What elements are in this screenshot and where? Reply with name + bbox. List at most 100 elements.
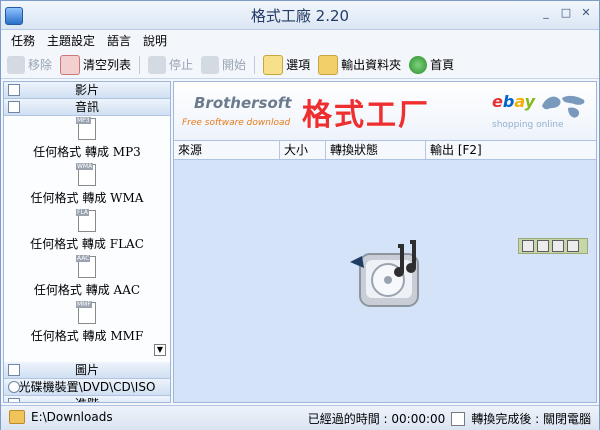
- task-table-header: 來源 大小 轉換狀態 輸出 [F2]: [174, 141, 596, 160]
- home-label: 首頁: [430, 58, 455, 72]
- start-button[interactable]: 開始: [201, 55, 247, 74]
- aac-file-icon: AAC: [76, 255, 96, 278]
- format-item-wma[interactable]: WMA 任何格式 轉成 WMA: [4, 162, 170, 208]
- column-status[interactable]: 轉換狀態: [326, 141, 426, 159]
- category-advanced[interactable]: 進階: [4, 396, 170, 402]
- mini-toolbar-icon[interactable]: [537, 240, 549, 252]
- format-item-flac[interactable]: FLA 任何格式 轉成 FLAC: [4, 208, 170, 254]
- world-map-icon: [542, 95, 585, 118]
- start-icon: [201, 55, 220, 74]
- menu-help[interactable]: 說明: [143, 32, 167, 49]
- main-panel: Brothersoft Free software download 格式工厂 …: [173, 81, 597, 403]
- status-right-area: 已經過的時間 : 00:00:00 轉換完成後 : 關閉電腦: [308, 410, 591, 427]
- brothersoft-logo: Brothersoft: [194, 94, 292, 112]
- menu-theme-settings[interactable]: 主題設定: [47, 32, 95, 49]
- home-globe-icon: [409, 55, 428, 74]
- format-item-label: 任何格式 轉成 AAC: [33, 283, 141, 297]
- advanced-category-icon: [8, 398, 20, 402]
- category-audio-label: 音訊: [74, 100, 99, 114]
- window-controls: _ □ ✕: [539, 6, 593, 20]
- output-path-area[interactable]: E:\Downloads: [9, 410, 113, 424]
- format-item-aac[interactable]: AAC 任何格式 轉成 AAC: [4, 254, 170, 300]
- mp3-tag: MP3: [76, 117, 91, 124]
- format-item-mmf[interactable]: MMF 任何格式 轉成 MMF: [4, 300, 170, 346]
- format-item-mp3[interactable]: MP3 任何格式 轉成 MP3: [4, 116, 170, 162]
- audio-category-icon: [8, 101, 20, 113]
- menu-bar: 任務 主題設定 語言 說明: [1, 30, 599, 50]
- title-bar: 格式工廠 2.20 _ □ ✕: [1, 1, 599, 30]
- category-disc[interactable]: 光碟機裝置\DVD\CD\ISO: [4, 379, 170, 396]
- remove-button[interactable]: 移除: [7, 55, 53, 74]
- menu-language[interactable]: 語言: [107, 32, 131, 49]
- flac-file-icon: FLA: [76, 209, 96, 232]
- mp3-file-icon: MP3: [76, 117, 96, 140]
- format-item-label: 任何格式 轉成 WMA: [30, 191, 144, 205]
- window-title: 格式工廠 2.20: [250, 7, 350, 25]
- mini-toolbar-icon[interactable]: [567, 240, 579, 252]
- maximize-button[interactable]: □: [559, 6, 573, 20]
- audio-format-list: MP3 任何格式 轉成 MP3 WMA 任何格式 轉成 WMA FLA 任何格式…: [4, 116, 170, 362]
- column-size[interactable]: 大小: [280, 141, 326, 159]
- output-path: E:\Downloads: [31, 410, 113, 424]
- aac-tag: AAC: [76, 255, 91, 262]
- format-item-label: 任何格式 轉成 MMF: [30, 329, 144, 343]
- column-output[interactable]: 輸出 [F2]: [426, 141, 596, 159]
- after-completion-checkbox[interactable]: [451, 411, 466, 426]
- clear-list-label: 清空列表: [83, 58, 132, 72]
- toolbar-separator: [139, 55, 141, 74]
- mmf-file-icon: MMF: [76, 301, 96, 324]
- image-category-icon: [8, 364, 20, 376]
- column-source[interactable]: 來源: [174, 141, 280, 159]
- category-video[interactable]: 影片: [4, 82, 170, 99]
- format-sidebar: 影片 音訊 MP3 任何格式 轉成 MP3 WMA 任何格式 轉成 WMA FL…: [3, 81, 171, 403]
- wma-tag: WMA: [76, 163, 94, 170]
- clear-list-icon: [60, 54, 81, 75]
- category-image[interactable]: 圖片: [4, 362, 170, 379]
- category-disc-label: 光碟機裝置\DVD\CD\ISO: [18, 380, 156, 394]
- folder-icon: [318, 54, 339, 75]
- menu-task[interactable]: 任務: [11, 32, 35, 49]
- mini-toolbar-icon[interactable]: [522, 240, 534, 252]
- ad-banner[interactable]: Brothersoft Free software download 格式工厂 …: [174, 82, 596, 141]
- minimize-button[interactable]: _: [539, 6, 553, 20]
- remove-label: 移除: [28, 58, 53, 72]
- scroll-down-icon[interactable]: ▼: [154, 344, 166, 356]
- home-button[interactable]: 首頁: [409, 55, 455, 74]
- mini-toolbar-icon[interactable]: [552, 240, 564, 252]
- start-label: 開始: [222, 58, 247, 72]
- options-button[interactable]: 選項: [263, 54, 311, 75]
- toolbar-separator: [254, 55, 256, 74]
- wma-file-icon: WMA: [76, 163, 96, 186]
- category-audio[interactable]: 音訊: [4, 99, 170, 116]
- app-window: 格式工廠 2.20 _ □ ✕ 任務 主題設定 語言 說明 移除 清空列表 停止…: [0, 0, 600, 430]
- category-advanced-label: 進階: [75, 397, 99, 402]
- mini-toolbar: [518, 238, 588, 254]
- stop-label: 停止: [169, 58, 194, 72]
- format-item-label: 任何格式 轉成 FLAC: [30, 237, 144, 251]
- clear-list-button[interactable]: 清空列表: [60, 54, 132, 75]
- mmf-tag: MMF: [76, 301, 92, 308]
- disc-category-icon: [8, 381, 20, 393]
- output-folder-label: 輸出資料夾: [341, 58, 402, 72]
- format-factory-logo-icon: [350, 240, 419, 307]
- folder-icon: [9, 410, 25, 424]
- category-video-label: 影片: [74, 83, 99, 97]
- remove-icon: [7, 55, 25, 74]
- banner-headline: 格式工厂: [302, 98, 430, 133]
- after-completion-label: 轉換完成後 : 關閉電腦: [471, 412, 591, 426]
- category-image-label: 圖片: [74, 363, 99, 377]
- format-item-label: 任何格式 轉成 MP3: [33, 145, 141, 159]
- ebay-logo: ebay: [492, 92, 536, 111]
- stop-icon: [148, 55, 167, 74]
- flac-tag: FLA: [76, 209, 90, 216]
- output-folder-button[interactable]: 輸出資料夾: [318, 54, 402, 75]
- options-icon: [263, 54, 284, 75]
- main-toolbar: 移除 清空列表 停止 開始 選項 輸出資料夾 首頁: [1, 51, 599, 79]
- status-bar: E:\Downloads 已經過的時間 : 00:00:00 轉換完成後 : 關…: [1, 405, 599, 430]
- elapsed-time: 已經過的時間 : 00:00:00: [307, 412, 446, 426]
- video-category-icon: [8, 84, 20, 96]
- options-label: 選項: [286, 58, 311, 72]
- stop-button[interactable]: 停止: [148, 55, 194, 74]
- close-button[interactable]: ✕: [579, 6, 593, 20]
- brothersoft-tagline: Free software download: [182, 118, 291, 128]
